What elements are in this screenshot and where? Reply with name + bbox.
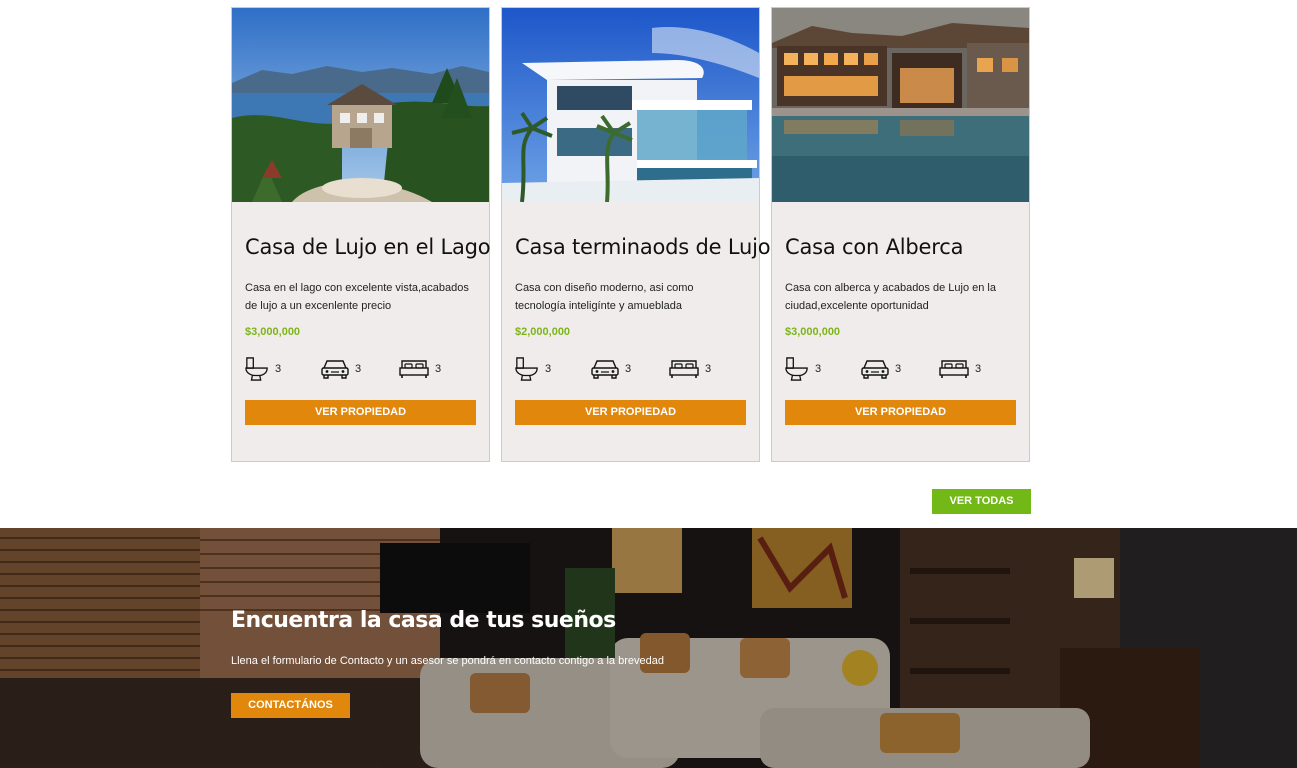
see-all-button[interactable]: VER TODAS [932,489,1031,514]
bedrooms-feature: 3 [399,355,441,383]
garage-count: 3 [625,363,632,375]
bedrooms-feature: 3 [939,355,981,383]
hero-overlay [0,528,1297,768]
bed-icon [939,358,969,380]
property-title[interactable]: Casa con Alberca [785,235,1016,259]
bathrooms-feature: 3 [785,355,821,383]
toilet-icon [785,356,809,382]
car-icon [591,358,619,380]
view-property-button[interactable]: VER PROPIEDAD [785,400,1016,425]
property-photo-modern-house[interactable] [502,8,759,202]
property-title[interactable]: Casa terminaods de Lujo [515,235,771,259]
property-description: Casa en el lago con excelente vista,acab… [245,282,469,312]
bathrooms-count: 3 [275,363,282,375]
property-title[interactable]: Casa de Lujo en el Lago [245,235,491,259]
garage-feature: 3 [321,355,361,383]
car-icon [321,358,349,380]
property-features: 3 3 3 [245,355,476,383]
garage-count: 3 [355,363,362,375]
toilet-icon [515,356,539,382]
garage-feature: 3 [861,355,901,383]
bathrooms-feature: 3 [245,355,281,383]
property-description: Casa con diseño moderno, asi como tecnol… [515,282,694,312]
garage-count: 3 [895,363,902,375]
property-photo-lake-house[interactable] [232,8,489,202]
bedrooms-feature: 3 [669,355,711,383]
view-property-button[interactable]: VER PROPIEDAD [515,400,746,425]
bedrooms-count: 3 [435,363,442,375]
property-photo-pool-house[interactable] [772,8,1029,202]
bathrooms-feature: 3 [515,355,551,383]
toilet-icon [245,356,269,382]
hero-text: Llena el formulario de Contacto y un ase… [231,655,664,667]
view-property-button[interactable]: VER PROPIEDAD [245,400,476,425]
property-card: Casa con Alberca Casa con alberca y acab… [771,7,1030,462]
property-description: Casa con alberca y acabados de Lujo en l… [785,282,996,312]
property-card: Casa de Lujo en el Lago Casa en el lago … [231,7,491,462]
property-price: $3,000,000 [245,326,301,338]
contact-button[interactable]: CONTACTÁNOS [231,693,350,718]
hero-title: Encuentra la casa de tus sueños [231,608,616,633]
bed-icon [399,358,429,380]
property-features: 3 3 3 [785,355,1016,383]
bathrooms-count: 3 [815,363,822,375]
property-cards: Casa de Lujo en el Lago Casa en el lago … [231,7,1031,462]
property-card: Casa terminaods de Lujo Casa con diseño … [501,7,771,462]
bathrooms-count: 3 [545,363,552,375]
bed-icon [669,358,699,380]
bedrooms-count: 3 [705,363,712,375]
car-icon [861,358,889,380]
property-price: $2,000,000 [515,326,571,338]
contact-hero: Encuentra la casa de tus sueños Llena el… [0,528,1297,768]
property-price: $3,000,000 [785,326,841,338]
property-features: 3 3 3 [515,355,746,383]
bedrooms-count: 3 [975,363,982,375]
garage-feature: 3 [591,355,631,383]
